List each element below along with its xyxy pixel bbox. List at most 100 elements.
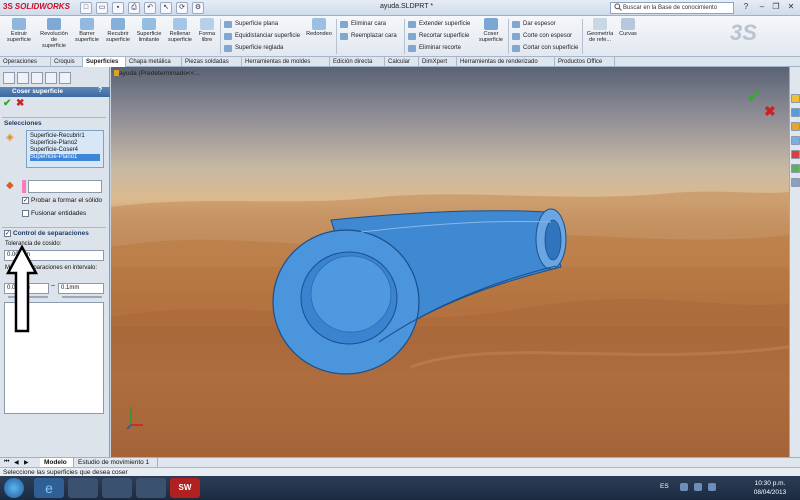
knit-surface-model[interactable] bbox=[261, 202, 571, 377]
search-input[interactable]: Buscar en la Base de conocimiento bbox=[610, 2, 734, 14]
chrome-icon[interactable] bbox=[136, 478, 166, 498]
view-palette-icon[interactable] bbox=[791, 136, 800, 145]
network-icon[interactable] bbox=[694, 483, 702, 491]
volume-icon[interactable] bbox=[708, 483, 716, 491]
selection-color-swatch bbox=[22, 180, 26, 193]
curves-button[interactable]: Curvas bbox=[616, 18, 640, 55]
freeform-button[interactable]: Forma libre bbox=[196, 18, 218, 55]
select-icon[interactable]: ↖ bbox=[160, 2, 172, 14]
ok-icon[interactable]: ✔ bbox=[3, 99, 13, 109]
revolve-surface-button[interactable]: Revolución de superficie bbox=[37, 18, 71, 55]
print-icon[interactable]: ⎙ bbox=[128, 2, 140, 14]
save-icon[interactable]: ▪ bbox=[112, 2, 124, 14]
tab-edicion-directa[interactable]: Edición directa bbox=[330, 57, 385, 67]
scroll-next-icon[interactable]: ▶ bbox=[24, 459, 29, 466]
property-manager-icon[interactable] bbox=[17, 72, 29, 84]
custom-properties-icon[interactable] bbox=[791, 164, 800, 173]
thicken-cut-button[interactable]: Corte con espesor bbox=[512, 31, 580, 42]
design-library-icon[interactable] bbox=[791, 108, 800, 117]
ribbon-divider bbox=[508, 19, 509, 54]
configuration-icon[interactable] bbox=[31, 72, 43, 84]
replace-face-button[interactable]: Reemplazar cara bbox=[340, 31, 402, 42]
appearance-icon[interactable] bbox=[59, 72, 71, 84]
seed-selection-field[interactable] bbox=[28, 180, 102, 193]
title-bar: 3S SOLIDWORKS □ ▭ ▪ ⎙ ↶ ↖ ⟳ ⚙ ayuda.SLDPR… bbox=[0, 0, 800, 16]
new-icon[interactable]: □ bbox=[80, 2, 92, 14]
rebuild-icon[interactable]: ⟳ bbox=[176, 2, 188, 14]
boundary-surface-button[interactable]: Superficie limitante bbox=[134, 18, 164, 55]
scroll-first-icon[interactable]: ⏮ bbox=[4, 459, 9, 466]
list-item[interactable]: Superficie-Recubrir1 bbox=[30, 133, 100, 140]
reference-geometry-button[interactable]: Geometría de refe... bbox=[584, 18, 616, 55]
selected-surfaces-list[interactable]: Superficie-Recubrir1 Superficie-Plano2 S… bbox=[26, 130, 104, 168]
solidworks-taskbar-icon[interactable]: SW bbox=[170, 478, 200, 498]
close-icon[interactable]: ✕ bbox=[783, 1, 799, 14]
file-explorer-taskbar-icon[interactable] bbox=[68, 478, 98, 498]
loft-surface-icon bbox=[111, 18, 125, 30]
task-pane-extra-icon[interactable] bbox=[791, 178, 800, 187]
trim-surface-button[interactable]: Recortar superficie bbox=[408, 31, 476, 42]
media-player-icon[interactable] bbox=[102, 478, 132, 498]
panel-help-icon[interactable]: ? bbox=[98, 87, 102, 94]
file-explorer-icon[interactable] bbox=[791, 122, 800, 131]
extend-surface-button[interactable]: Extender superficie bbox=[408, 19, 476, 30]
tab-herramientas-moldes[interactable]: Herramientas de moldes bbox=[242, 57, 330, 67]
confirm-cancel-icon[interactable]: ✖ bbox=[764, 103, 776, 120]
feature-tree-icon[interactable] bbox=[3, 72, 15, 84]
tray-icon[interactable] bbox=[680, 483, 688, 491]
tab-productos-office[interactable]: Productos Office bbox=[555, 57, 615, 67]
tab-piezas-soldadas[interactable]: Piezas soldadas bbox=[182, 57, 242, 67]
try-form-solid-checkbox[interactable]: ✓ bbox=[22, 197, 29, 204]
feature-tree-label[interactable]: ayuda (Predeterminado<<... bbox=[119, 70, 200, 77]
tab-calcular[interactable]: Calcular bbox=[385, 57, 419, 67]
graphics-area[interactable]: ayuda (Predeterminado<<... ✔ ✖ bbox=[111, 67, 789, 457]
tab-herramientas-renderizado[interactable]: Herramientas de renderizado bbox=[457, 57, 555, 67]
tab-chapa-metalica[interactable]: Chapa metálica bbox=[126, 57, 182, 67]
tab-superficies[interactable]: Superficies bbox=[83, 57, 126, 67]
undo-icon[interactable]: ↶ bbox=[144, 2, 156, 14]
gap-max-slider[interactable] bbox=[62, 296, 102, 298]
restore-icon[interactable]: ❐ bbox=[768, 1, 784, 14]
offset-surface-button[interactable]: Equidistanciar superficie bbox=[224, 31, 304, 42]
clock-date[interactable]: 08/04/2013 bbox=[744, 489, 796, 496]
options-icon[interactable]: ⚙ bbox=[192, 2, 204, 14]
scroll-prev-icon[interactable]: ◀ bbox=[14, 459, 19, 466]
list-item[interactable]: Superficie-Plano2 bbox=[30, 140, 100, 147]
dimxpert-icon[interactable] bbox=[45, 72, 57, 84]
fillet-button[interactable]: Redondeo bbox=[304, 18, 334, 55]
selections-group-title: Selecciones bbox=[4, 120, 42, 127]
thicken-button[interactable]: Dar espesor bbox=[512, 19, 580, 30]
untrim-button[interactable]: Eliminar recorte bbox=[408, 43, 476, 54]
language-indicator[interactable]: ES bbox=[660, 483, 669, 490]
extrude-surface-button[interactable]: Extruir superficie bbox=[2, 18, 36, 55]
gap-control-checkbox[interactable]: ✓ bbox=[4, 230, 11, 237]
clock-time[interactable]: 10:30 p.m. bbox=[744, 480, 796, 487]
resources-icon[interactable] bbox=[791, 94, 800, 103]
surface-cut-button[interactable]: Cortar con superficie bbox=[512, 43, 580, 54]
appearances-icon[interactable] bbox=[791, 150, 800, 159]
knit-surface-button[interactable]: Coser superficie bbox=[476, 18, 506, 55]
tab-croquis[interactable]: Croquis bbox=[51, 57, 83, 67]
open-icon[interactable]: ▭ bbox=[96, 2, 108, 14]
solidworks-logo[interactable]: 3S SOLIDWORKS bbox=[3, 2, 70, 14]
list-item[interactable]: Superficie-Plano1 bbox=[30, 154, 100, 161]
sweep-surface-icon bbox=[80, 18, 94, 30]
cancel-icon[interactable]: ✖ bbox=[16, 99, 26, 109]
tab-operaciones[interactable]: Operaciones bbox=[0, 57, 51, 67]
fill-surface-button[interactable]: Rellenar superficie bbox=[165, 18, 195, 55]
sweep-surface-button[interactable]: Barrer superficie bbox=[72, 18, 102, 55]
delete-face-button[interactable]: Eliminar cara bbox=[340, 19, 402, 30]
ruled-surface-button[interactable]: Superficie reglada bbox=[224, 43, 304, 54]
list-item[interactable]: Superficie-Coser4 bbox=[30, 147, 100, 154]
gap-max-input[interactable]: 0.1mm bbox=[58, 283, 104, 294]
loft-surface-button[interactable]: Recubrir superficie bbox=[103, 18, 133, 55]
confirm-ok-icon[interactable]: ✔ bbox=[747, 87, 760, 107]
merge-entities-checkbox[interactable] bbox=[22, 210, 29, 217]
start-button[interactable] bbox=[4, 478, 24, 498]
planar-surface-button[interactable]: Superficie plana bbox=[224, 19, 304, 30]
ribbon-divider bbox=[336, 19, 337, 54]
internet-explorer-icon[interactable]: e bbox=[34, 478, 64, 498]
panel-title: Coser superficie bbox=[0, 87, 110, 97]
tab-dimxpert[interactable]: DimXpert bbox=[419, 57, 457, 67]
help-icon[interactable]: ? bbox=[738, 1, 754, 14]
